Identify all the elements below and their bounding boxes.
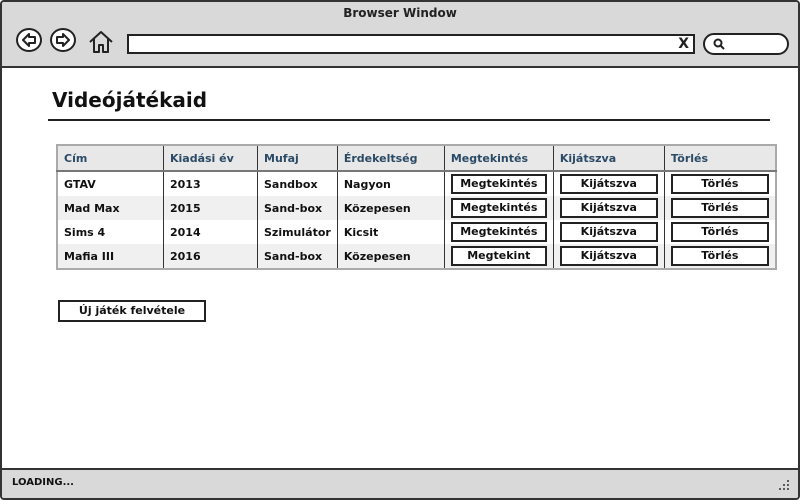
cell-genre: Szimulátor [257, 220, 338, 244]
window-title: Browser Window [343, 6, 457, 20]
column-header-title: Cím [57, 145, 164, 172]
view-button[interactable]: Megtekintés [450, 198, 547, 218]
delete-button[interactable]: Törlés [670, 174, 769, 194]
played-button[interactable]: Kijátszva [559, 198, 658, 218]
column-header-genre: Mufaj [257, 145, 338, 172]
home-button[interactable] [88, 29, 114, 55]
cell-view: Megtekintés [444, 220, 554, 244]
cell-interest: Nagyon [337, 171, 445, 196]
cell-year: 2013 [163, 171, 258, 196]
status-text: LOADING... [12, 477, 74, 488]
page-title: Videójátékaid [52, 88, 208, 112]
column-header-played: Kijátszva [553, 145, 665, 172]
table-row: GTAV 2013 Sandbox Nagyon Megtekintés Kij… [57, 171, 776, 196]
column-header-delete: Törlés [664, 145, 776, 172]
search-box[interactable] [703, 33, 789, 55]
delete-button[interactable]: Törlés [670, 198, 769, 218]
cell-interest: Kicsit [337, 220, 445, 244]
cell-played: Kijátszva [553, 196, 665, 220]
cell-view: Megtekint [444, 244, 554, 269]
column-header-year: Kiadási év [163, 145, 258, 172]
cell-year: 2015 [163, 196, 258, 220]
cell-title: Sims 4 [57, 220, 164, 244]
column-header-view: Megtekintés [444, 145, 554, 172]
cell-title: Mafia III [57, 244, 164, 269]
title-divider [48, 119, 770, 121]
delete-button[interactable]: Törlés [670, 246, 769, 266]
cell-delete: Törlés [664, 220, 776, 244]
address-bar[interactable]: X [127, 34, 695, 54]
cell-played: Kijátszva [553, 244, 665, 269]
forward-arrow-icon [56, 33, 70, 47]
home-icon [89, 31, 113, 53]
column-header-interest: Érdekeltség [337, 145, 445, 172]
cell-genre: Sand-box [257, 196, 338, 220]
title-bar: Browser Window X [2, 2, 798, 68]
cell-view: Megtekintés [444, 171, 554, 196]
games-table: Cím Kiadási év Mufaj Érdekeltség Megteki… [56, 144, 777, 270]
cell-delete: Törlés [664, 244, 776, 269]
table-row: Sims 4 2014 Szimulátor Kicsit Megtekinté… [57, 220, 776, 244]
magnifier-icon [713, 38, 725, 50]
table-row: Mad Max 2015 Sand-box Közepesen Megtekin… [57, 196, 776, 220]
cell-genre: Sand-box [257, 244, 338, 269]
resize-grip-icon[interactable] [778, 479, 790, 491]
cell-title: GTAV [57, 171, 164, 196]
add-game-button[interactable]: Új játék felvétele [58, 300, 206, 322]
delete-button[interactable]: Törlés [670, 222, 769, 242]
played-button[interactable]: Kijátszva [559, 222, 658, 242]
played-button[interactable]: Kijátszva [559, 246, 658, 266]
back-button[interactable] [16, 28, 42, 52]
view-button[interactable]: Megtekint [450, 246, 547, 266]
cell-interest: Közepesen [337, 244, 445, 269]
table-row: Mafia III 2016 Sand-box Közepesen Megtek… [57, 244, 776, 269]
cell-year: 2016 [163, 244, 258, 269]
browser-window: Browser Window X Videójátékaid Cím Kiadá… [0, 0, 800, 500]
forward-button[interactable] [50, 28, 76, 52]
cell-year: 2014 [163, 220, 258, 244]
cell-played: Kijátszva [553, 220, 665, 244]
cell-view: Megtekintés [444, 196, 554, 220]
status-bar: LOADING... [2, 468, 798, 498]
cell-played: Kijátszva [553, 171, 665, 196]
cell-title: Mad Max [57, 196, 164, 220]
cell-genre: Sandbox [257, 171, 338, 196]
table-header-row: Cím Kiadási év Mufaj Érdekeltség Megteki… [57, 145, 776, 172]
played-button[interactable]: Kijátszva [559, 174, 658, 194]
clear-icon[interactable]: X [678, 36, 689, 52]
cell-delete: Törlés [664, 196, 776, 220]
back-arrow-icon [22, 33, 36, 47]
view-button[interactable]: Megtekintés [450, 174, 547, 194]
view-button[interactable]: Megtekintés [450, 222, 547, 242]
cell-interest: Közepesen [337, 196, 445, 220]
cell-delete: Törlés [664, 171, 776, 196]
